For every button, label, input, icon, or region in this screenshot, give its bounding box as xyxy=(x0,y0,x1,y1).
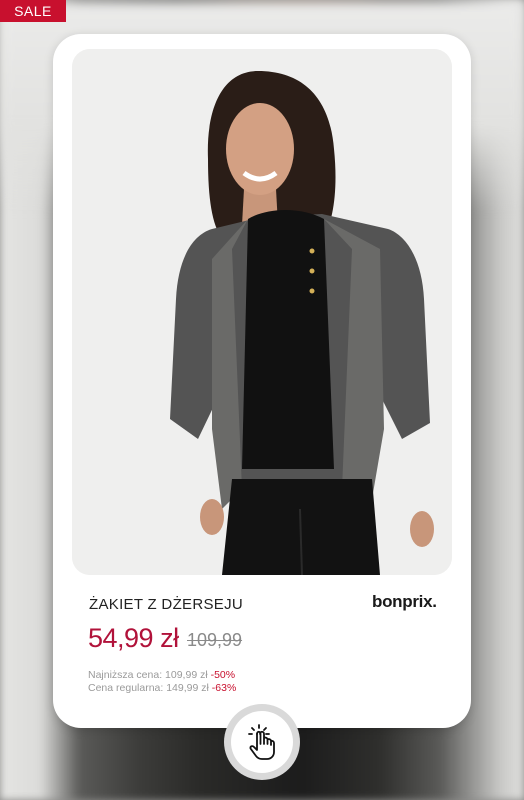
tap-button[interactable] xyxy=(224,704,300,780)
brand-logo: bonprix. xyxy=(372,592,437,611)
model-illustration xyxy=(72,49,452,575)
current-price: 54,99 zł xyxy=(88,623,179,653)
product-title: ŻAKIET Z DŻERSEJU xyxy=(89,596,244,613)
regular-price-info: Cena regularna: 149,99 zł -63% xyxy=(88,682,236,694)
lowest-price-info: Najniższa cena: 109,99 zł -50% xyxy=(88,669,235,681)
lowest-price-discount: -50% xyxy=(210,669,236,681)
hand-tap-icon xyxy=(248,724,275,760)
sale-badge: SALE xyxy=(0,0,66,22)
regular-price-label: Cena regularna: 149,99 zł xyxy=(88,682,209,694)
regular-price-discount: -63% xyxy=(211,682,237,694)
product-card[interactable]: ŻAKIET Z DŻERSEJU bonprix. 54,99 zł 109,… xyxy=(53,34,471,728)
tap-button-inner[interactable] xyxy=(231,711,293,773)
lowest-price-label: Najniższa cena: 109,99 zł xyxy=(88,669,208,681)
product-photo[interactable] xyxy=(72,49,452,575)
old-price: 109,99 xyxy=(187,630,243,650)
